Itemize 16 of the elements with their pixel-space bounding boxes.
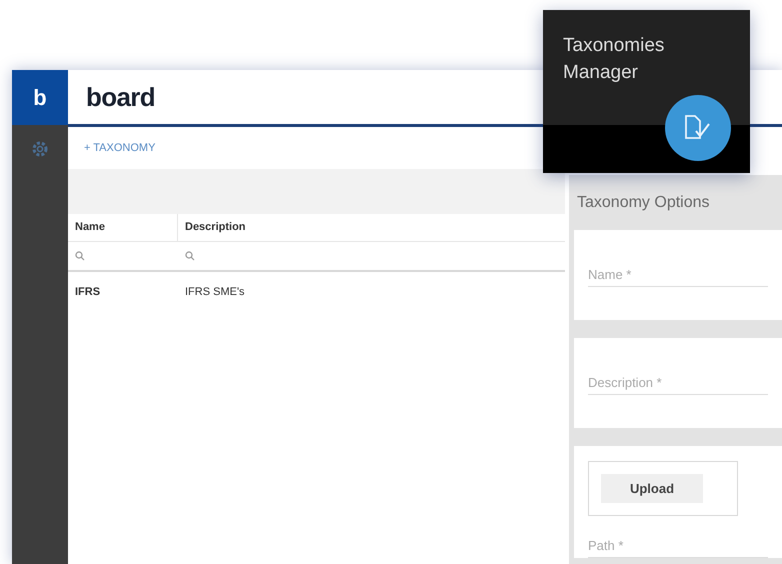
logo-wordmark: board <box>86 80 155 114</box>
search-icon[interactable] <box>75 251 85 261</box>
upload-button[interactable]: Upload <box>601 474 703 503</box>
logo-mark: b <box>12 70 68 125</box>
table-cell-text: IFRS <box>74 284 102 300</box>
input-field[interactable]: Description * <box>588 371 768 395</box>
gear-icon[interactable] <box>30 139 50 159</box>
add-taxonomy-button[interactable]: + TAXONOMY <box>84 140 156 156</box>
table-cell-text: IFRS SME's <box>184 284 246 300</box>
panel-title: Taxonomy Options <box>576 192 711 212</box>
search-icon[interactable] <box>185 251 195 261</box>
input-field[interactable]: Name * <box>588 263 768 287</box>
column-header[interactable]: Name <box>68 214 178 241</box>
input-field[interactable]: Path * <box>588 534 768 558</box>
column-header[interactable]: Description <box>178 214 565 241</box>
popup-title: Taxonomies Manager <box>562 34 666 85</box>
